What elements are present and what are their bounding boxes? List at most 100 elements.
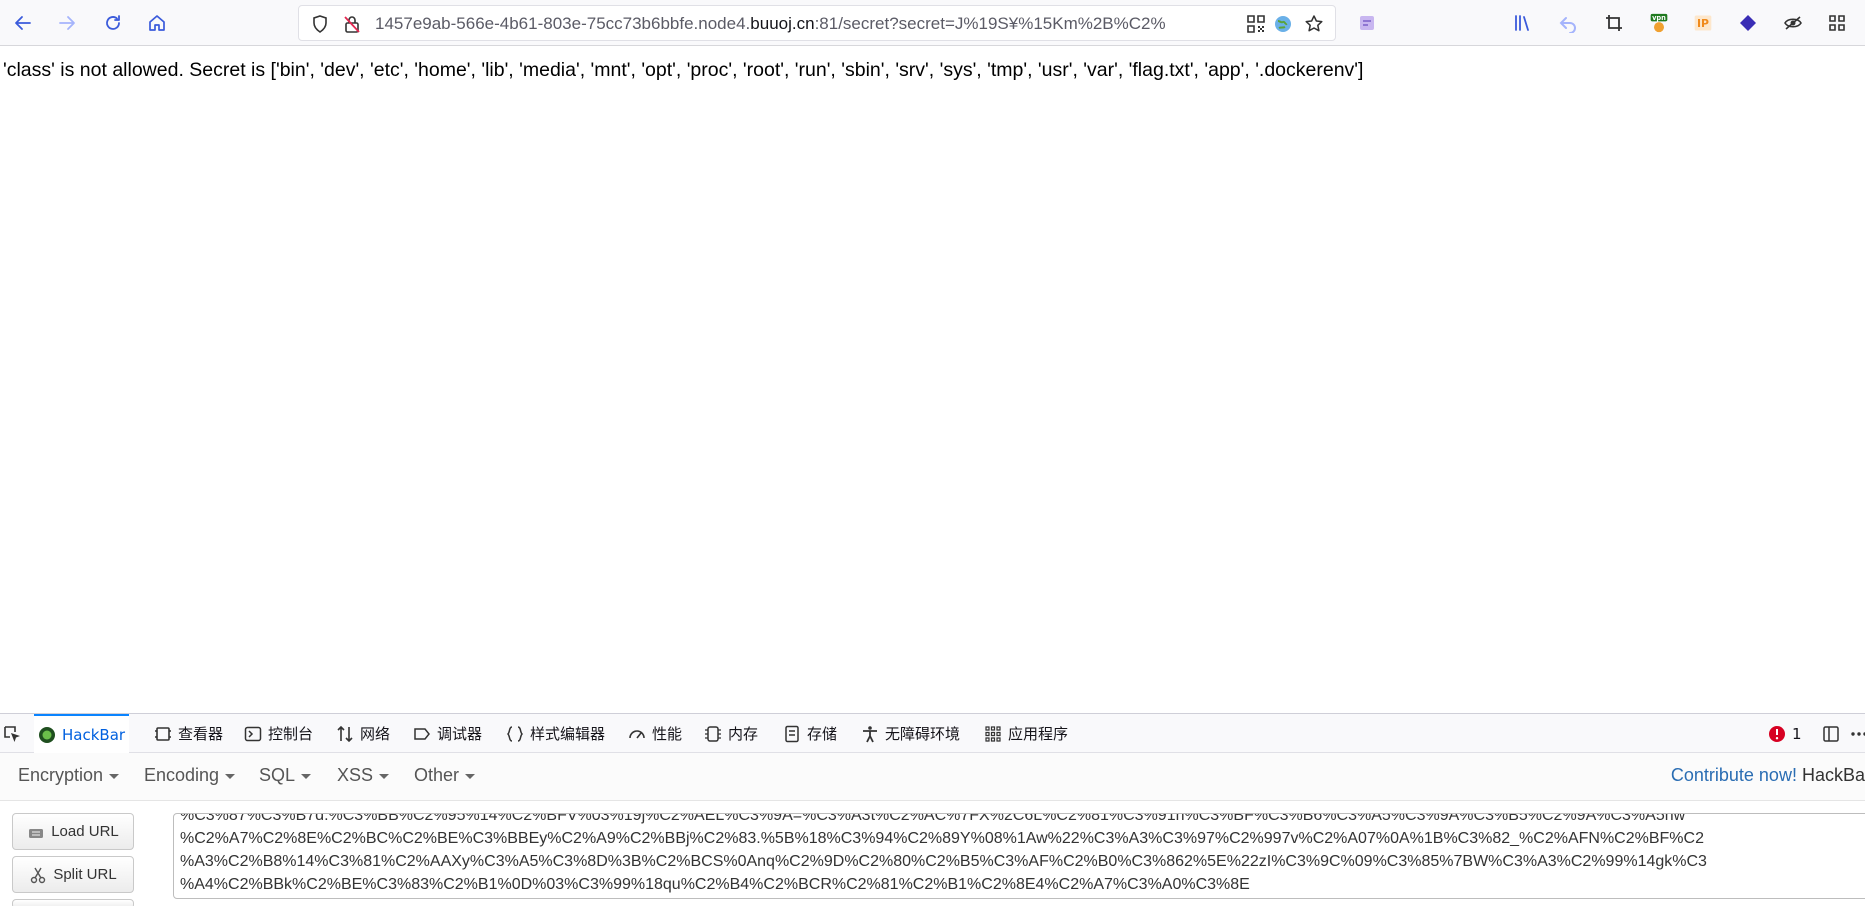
qr-code-icon[interactable] — [1245, 13, 1267, 35]
dock-layout-icon — [1823, 725, 1839, 742]
tab-label: 存储 — [807, 725, 838, 743]
more-options-button[interactable] — [1846, 714, 1865, 753]
eye-slash-icon — [1784, 16, 1802, 30]
tab-label: HackBar — [62, 725, 126, 744]
error-count-badge[interactable]: 1 — [1764, 714, 1806, 753]
contribute-banner: Contribute now! HackBa — [1671, 765, 1865, 786]
application-icon — [985, 725, 1001, 742]
accessibility-icon — [863, 725, 877, 742]
tab-application[interactable]: 应用程序 — [980, 714, 1072, 753]
url-text[interactable]: 1457e9ab-566e-4b61-803e-75cc73b6bbfe.nod… — [375, 14, 1231, 34]
url-line: %A4%C2%BBk%C2%BE%C3%83%C2%B1%0D%03%C3%99… — [180, 876, 1250, 893]
url-line: %C3%87%C3%B7d.%C3%BB%C2%95%14%C2%BFV%03%… — [180, 813, 1686, 824]
storage-icon — [785, 725, 799, 742]
load-url-icon — [29, 828, 44, 838]
chevron-down-icon — [301, 773, 312, 779]
vpn-extension-button[interactable]: vpn — [1644, 8, 1674, 38]
tab-label: 无障碍环境 — [885, 725, 961, 743]
network-icon — [337, 725, 353, 742]
contribute-link[interactable]: Contribute now! — [1671, 765, 1797, 785]
performance-icon — [629, 729, 645, 738]
tab-label: 调试器 — [437, 725, 483, 743]
chevron-down-icon — [109, 773, 120, 779]
tab-hackbar[interactable]: HackBar — [34, 714, 130, 753]
hackbar-icon — [39, 726, 55, 743]
forward-button[interactable] — [52, 8, 82, 38]
chevron-down-icon — [465, 773, 476, 779]
devtools-panel: HackBar 查看器 控制台 网络 调试器 样式编辑器 性能 内存 存储 无障… — [0, 713, 1865, 906]
execute-button[interactable] — [12, 899, 134, 906]
tab-console[interactable]: 控制台 — [240, 714, 317, 753]
encryption-dropdown[interactable]: Encryption — [18, 765, 120, 786]
vpn-badge-text: vpn — [1652, 14, 1666, 22]
browser-toolbar: 1457e9ab-566e-4b61-803e-75cc73b6bbfe.nod… — [0, 0, 1865, 46]
library-button[interactable] — [1507, 8, 1537, 38]
devtools-tab-bar: HackBar 查看器 控制台 网络 调试器 样式编辑器 性能 内存 存储 无障… — [0, 714, 1865, 753]
reader-extension-icon — [1360, 16, 1374, 30]
tab-style-editor[interactable]: 样式编辑器 — [502, 714, 609, 753]
xss-dropdown[interactable]: XSS — [337, 765, 390, 786]
tab-label: 查看器 — [178, 725, 224, 743]
library-icon — [1515, 15, 1529, 31]
sql-dropdown[interactable]: SQL — [259, 765, 312, 786]
tab-performance[interactable]: 性能 — [624, 714, 686, 753]
error-icon — [1769, 725, 1785, 742]
reload-button[interactable] — [98, 8, 128, 38]
screenshot-button[interactable] — [1599, 8, 1629, 38]
encoding-dropdown[interactable]: Encoding — [144, 765, 236, 786]
tab-label: 内存 — [728, 725, 759, 743]
url-textarea-content: %C3%87%C3%B7d.%C3%BB%C2%95%14%C2%BFV%03%… — [180, 813, 1707, 896]
load-url-button[interactable]: Load URL — [12, 813, 134, 850]
element-picker-icon — [4, 726, 20, 742]
ip-extension-icon: IP — [1694, 15, 1712, 31]
hackbar-menu-bar: Encryption Encoding SQL XSS Other Contri… — [0, 753, 1865, 801]
page-message: 'class' is not allowed. Secret is ['bin'… — [3, 59, 1364, 81]
tab-storage[interactable]: 存储 — [779, 714, 841, 753]
url-fade — [1199, 8, 1239, 38]
dock-side-button[interactable] — [1818, 714, 1844, 753]
bookmark-star-icon[interactable] — [1303, 13, 1325, 35]
reader-extension-button[interactable] — [1352, 8, 1382, 38]
tab-label: 控制台 — [268, 725, 314, 743]
tracking-shield-icon[interactable] — [309, 13, 331, 35]
home-button[interactable] — [142, 8, 172, 38]
layers-extension-icon — [1740, 15, 1756, 31]
eye-extension-button[interactable] — [1778, 8, 1808, 38]
ip-badge-text: IP — [1697, 17, 1709, 30]
forward-arrow-icon — [59, 16, 75, 30]
tab-label: 样式编辑器 — [530, 725, 606, 743]
style-editor-icon — [506, 725, 524, 742]
tab-accessibility[interactable]: 无障碍环境 — [857, 714, 964, 753]
debugger-icon — [414, 727, 430, 740]
more-dots-icon — [1851, 731, 1865, 736]
other-dropdown[interactable]: Other — [414, 765, 476, 786]
undo-extension-button[interactable] — [1553, 8, 1583, 38]
tab-memory[interactable]: 内存 — [700, 714, 762, 753]
extensions-button[interactable] — [1822, 8, 1852, 38]
insecure-lock-icon[interactable] — [341, 13, 363, 35]
chevron-down-icon — [225, 773, 236, 779]
layers-extension-button[interactable] — [1733, 8, 1763, 38]
reload-icon — [106, 15, 120, 30]
ip-extension-button[interactable]: IP — [1688, 8, 1718, 38]
hackbar-body: Load URL Split URL %C3%87%C3%B7d.%C3%BB%… — [0, 801, 1865, 906]
scissors-icon — [31, 867, 46, 883]
translate-globe-icon[interactable] — [1272, 13, 1294, 35]
hackbar-url-textarea[interactable]: %C3%87%C3%B7d.%C3%BB%C2%95%14%C2%BFV%03%… — [173, 813, 1865, 899]
tab-label: 应用程序 — [1008, 725, 1069, 743]
address-bar[interactable]: 1457e9ab-566e-4b61-803e-75cc73b6bbfe.nod… — [298, 5, 1336, 41]
vpn-extension-icon: vpn — [1650, 13, 1668, 33]
back-button[interactable] — [8, 8, 38, 38]
memory-icon — [705, 725, 721, 742]
element-picker-button[interactable] — [2, 724, 24, 746]
url-line: %A3%C2%B8%14%C3%81%C2%AAXy%C3%A5%C3%8D%3… — [180, 853, 1707, 870]
tab-debugger[interactable]: 调试器 — [409, 714, 486, 753]
extensions-grid-icon — [1829, 15, 1845, 31]
url-line: %C2%A7%C2%8E%C2%BC%C2%BE%C3%BBEy%C2%A9%C… — [180, 830, 1704, 847]
tab-inspector[interactable]: 查看器 — [150, 714, 227, 753]
inspector-icon — [155, 726, 171, 741]
back-arrow-icon — [15, 16, 31, 30]
tab-network[interactable]: 网络 — [332, 714, 394, 753]
crop-icon — [1606, 15, 1622, 31]
split-url-button[interactable]: Split URL — [12, 856, 134, 893]
